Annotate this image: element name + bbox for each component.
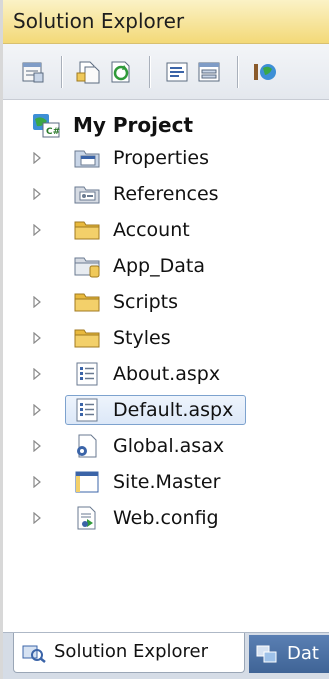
aspx-file-icon [73,362,101,386]
expand-arrow-icon[interactable] [31,403,43,417]
properties-folder-icon [73,146,101,170]
refresh-icon [111,61,130,83]
copy-web-site-button[interactable] [251,58,279,86]
tree-item-about-aspx[interactable]: About.aspx [3,359,329,389]
tree-item-properties[interactable]: Properties [3,143,329,173]
tree-item-styles[interactable]: Styles [3,323,329,353]
expand-arrow-icon[interactable] [31,187,43,201]
web-project-icon: C# [33,114,60,138]
panel-title: Solution Explorer [13,9,185,33]
aspx-file-icon [73,398,101,422]
properties-button[interactable] [19,58,47,86]
tree-item-label: References [113,183,219,205]
tree-item-account[interactable]: Account [3,215,329,245]
tree-item-label: App_Data [113,255,205,277]
tree-item-label: Global.asax [113,435,225,457]
toolbar-separator [149,56,150,88]
toolbar [3,44,329,100]
show-all-files-button[interactable] [75,58,103,86]
view-code-icon [166,62,188,82]
data-sources-icon [256,645,277,663]
expand-arrow-icon[interactable] [31,511,43,525]
show-all-files-icon [76,61,100,84]
tree-item-references[interactable]: References [3,179,329,209]
folder-icon [73,218,101,242]
toolbar-separator [237,56,238,88]
svg-text:C#: C# [46,127,60,137]
tree-item-app-data[interactable]: App_Data [3,251,329,281]
expand-arrow-icon[interactable] [31,223,43,237]
tree-item-global-asax[interactable]: Global.asax [3,431,329,461]
view-designer-icon [198,62,220,82]
properties-icon [22,62,44,83]
bottom-tab-strip: Solution Explorer Dat [3,632,329,679]
refresh-button[interactable] [107,58,135,86]
tree-item-label: Scripts [113,291,179,313]
folder-icon [73,326,101,350]
expand-arrow-icon[interactable] [31,331,43,345]
title-bar[interactable]: Solution Explorer [3,0,329,44]
tab-solution-explorer[interactable]: Solution Explorer [13,633,245,673]
tree-item-scripts[interactable]: Scripts [3,287,329,317]
copy-web-site-icon [254,64,276,80]
expand-arrow-icon[interactable] [31,475,43,489]
folder-icon [73,290,101,314]
tab-label: Dat [287,643,319,664]
expand-arrow-icon[interactable] [31,439,43,453]
expand-arrow-icon[interactable] [31,295,43,309]
view-code-button[interactable] [163,58,191,86]
project-node[interactable]: C# My Project [31,110,193,140]
global-asax-icon [73,434,101,458]
tree-item-default-aspx[interactable]: Default.aspx [3,395,329,425]
tree-item-label: Web.config [113,507,219,529]
tree-item-label: About.aspx [113,363,221,385]
tree-item-label: Styles [113,327,171,349]
master-page-icon [73,470,101,494]
solution-tree: C# My Project Properties References Acco… [3,100,329,632]
web-config-icon [73,506,101,530]
solution-explorer-panel: Solution Explorer C# My Project Properti… [0,0,329,679]
solution-explorer-icon [22,645,46,663]
references-icon [73,182,101,206]
tab-data-sources[interactable]: Dat [249,635,329,673]
tree-item-site-master[interactable]: Site.Master [3,467,329,497]
tree-item-label: Default.aspx [113,399,234,421]
expand-arrow-icon[interactable] [31,151,43,165]
app-data-folder-icon [73,254,101,278]
tree-item-label: Site.Master [113,471,221,493]
tab-label: Solution Explorer [54,641,208,662]
view-designer-button[interactable] [195,58,223,86]
toolbar-separator [61,56,62,88]
project-label: My Project [73,113,193,137]
tree-item-web-config[interactable]: Web.config [3,503,329,533]
tree-item-label: Properties [113,147,210,169]
tree-item-label: Account [113,219,190,241]
expand-arrow-icon[interactable] [31,367,43,381]
